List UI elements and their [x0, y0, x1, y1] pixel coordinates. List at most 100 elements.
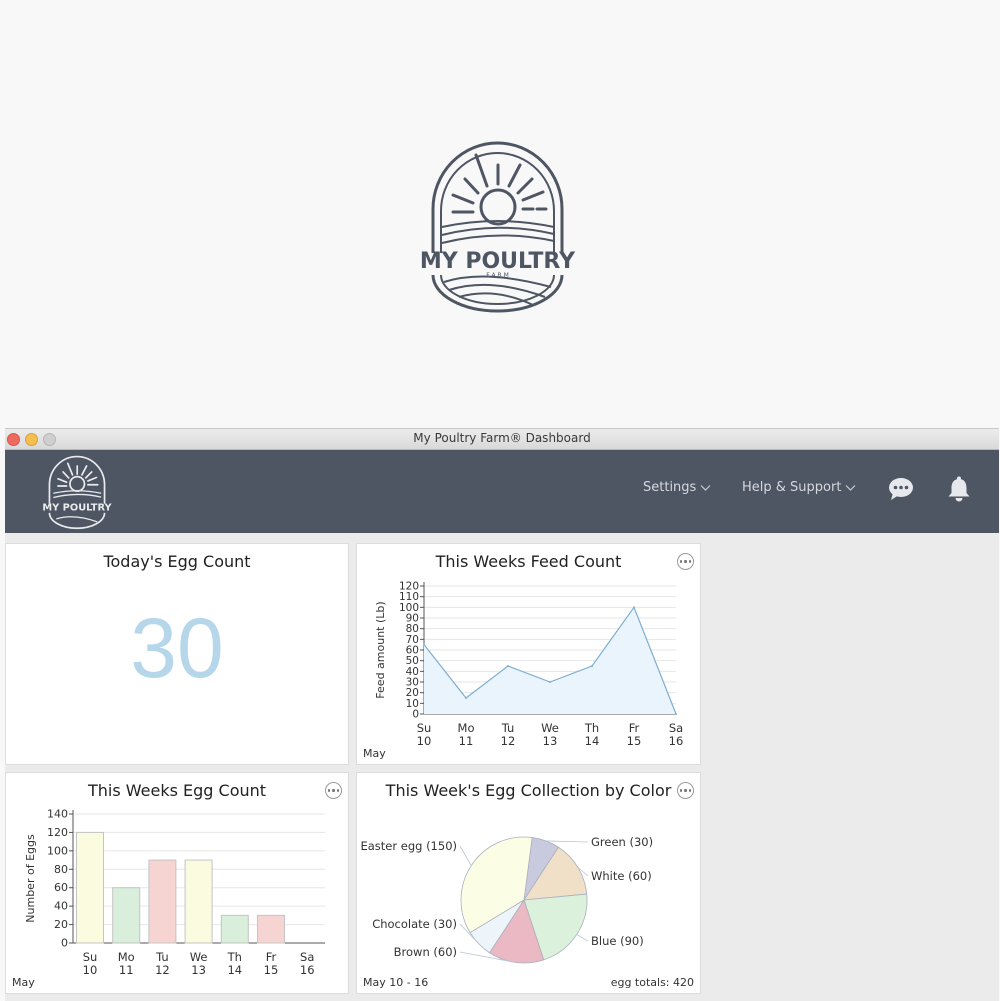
- egg-count-bar: [220, 914, 249, 944]
- x-tick-day: Fr: [266, 950, 277, 964]
- egg-color-pie-chart: Green (30) White (60) Blue (90) Brown (60) C…: [360, 835, 653, 964]
- y-tick-label: 140: [47, 808, 68, 821]
- egg-count-value: 30: [130, 601, 224, 695]
- x-tick-day: Tu: [501, 721, 515, 735]
- x-tick-day: Mo: [458, 721, 475, 735]
- y-tick-label: 40: [54, 900, 68, 913]
- header-logo[interactable]: MY POULTRY: [41, 454, 113, 530]
- y-tick-label: 0: [412, 709, 419, 721]
- window-title: My Poultry Farm® Dashboard: [413, 431, 591, 445]
- pie-leader-line: [459, 845, 472, 866]
- weekly-egg-count-panel: This Weeks Egg Count 0 20 40 60 80 100 120 140 N…: [5, 772, 349, 994]
- date-range-label: May 10 - 16: [363, 976, 429, 989]
- chat-bubble-icon[interactable]: [888, 477, 914, 501]
- x-tick-date: 13: [543, 734, 558, 748]
- x-tick-date: 10: [83, 963, 98, 977]
- x-tick-day: Tu: [155, 950, 169, 964]
- x-tick-day: Sa: [669, 721, 683, 735]
- x-tick-date: 14: [585, 734, 600, 748]
- x-tick-day: Mo: [118, 950, 135, 964]
- egg-count-bar: [184, 859, 213, 944]
- x-tick-date: 16: [669, 734, 684, 748]
- egg-totals-label: egg totals: 420: [610, 976, 694, 989]
- y-tick-label: 90: [406, 613, 419, 625]
- y-tick-label: 10: [406, 698, 419, 710]
- app-header: MY POULTRY Settings Help & Support: [5, 450, 999, 533]
- x-tick-date: 15: [264, 963, 279, 977]
- x-tick-day: Th: [227, 950, 242, 964]
- y-axis-label: Number of Eggs: [24, 834, 37, 923]
- y-tick-label: 40: [406, 666, 419, 678]
- y-tick-label: 80: [406, 623, 419, 635]
- pie-slice-label: White (60): [591, 869, 652, 883]
- x-tick-date: 15: [627, 734, 642, 748]
- window-titlebar: My Poultry Farm® Dashboard: [5, 429, 999, 450]
- x-tick-date: 16: [300, 963, 315, 977]
- y-tick-label: 120: [399, 581, 419, 593]
- y-tick-label: 20: [406, 687, 419, 699]
- y-tick-label: 120: [47, 826, 68, 839]
- y-tick-label: 110: [399, 591, 419, 603]
- pie-slice-label: Chocolate (30): [372, 917, 457, 931]
- panel-title: Today's Egg Count: [103, 552, 251, 571]
- pie-slice-label: Easter egg (150): [360, 839, 457, 853]
- x-tick-day: Sa: [300, 950, 314, 964]
- pie-leader-line: [576, 934, 589, 942]
- y-tick-label: 100: [399, 602, 419, 614]
- feed-data-point: [465, 697, 467, 699]
- feed-data-point: [675, 713, 677, 715]
- settings-label: Settings: [643, 480, 697, 495]
- pie-slice-label: Green (30): [591, 835, 653, 849]
- y-tick-label: 70: [406, 634, 419, 646]
- svg-text:MY POULTRY: MY POULTRY: [42, 502, 112, 513]
- pie-slice-label: Blue (90): [591, 934, 644, 948]
- help-support-label: Help & Support: [742, 480, 842, 495]
- brand-logo: MY POULTRY F A R M: [420, 141, 576, 313]
- feed-data-point: [591, 665, 593, 667]
- y-tick-label: 30: [406, 677, 419, 689]
- y-tick-label: 60: [54, 881, 68, 894]
- y-axis-label: Feed amount (Lb): [374, 601, 387, 698]
- help-support-menu[interactable]: Help & Support: [742, 480, 856, 495]
- y-tick-label: 80: [54, 863, 68, 876]
- app-window: My Poultry Farm® Dashboard MY POULTRY Se…: [5, 428, 999, 1001]
- weekly-feed-count-panel: This Weeks Feed Count 0 10 20 30 40 50 60 70 80 9…: [356, 543, 701, 765]
- svg-text:MY POULTRY: MY POULTRY: [420, 249, 576, 274]
- x-tick-date: 11: [119, 963, 134, 977]
- todays-egg-count-panel: Today's Egg Count 30: [5, 543, 349, 765]
- x-tick-day: Fr: [629, 721, 640, 735]
- egg-color-collection-panel: This Week's Egg Collection by Color Gree…: [356, 772, 701, 994]
- settings-menu[interactable]: Settings: [643, 480, 711, 495]
- chart-footer-month: May: [12, 976, 35, 989]
- x-tick-day: Su: [83, 950, 98, 964]
- x-tick-date: 14: [227, 963, 242, 977]
- x-tick-date: 12: [155, 963, 170, 977]
- feed-data-point: [549, 681, 551, 683]
- x-tick-date: 10: [417, 734, 432, 748]
- feed-data-point: [633, 606, 635, 609]
- feed-data-point: [423, 643, 425, 646]
- y-tick-label: 100: [47, 844, 68, 857]
- y-tick-label: 50: [406, 655, 419, 667]
- egg-count-bar: [112, 887, 141, 944]
- svg-text:F A R M: F A R M: [486, 272, 509, 279]
- feed-area-chart: 0102030405060708090100110120Feed amount …: [374, 581, 684, 749]
- pie-slice-label: Brown (60): [394, 945, 457, 959]
- egg-count-bar: [148, 859, 177, 944]
- x-tick-day: We: [541, 721, 559, 735]
- chevron-down-icon: [846, 485, 856, 491]
- y-tick-label: 20: [54, 918, 68, 931]
- x-tick-day: Su: [417, 721, 432, 735]
- bell-icon[interactable]: [947, 476, 971, 502]
- y-tick-label: 0: [61, 937, 68, 950]
- chevron-down-icon: [700, 485, 711, 491]
- y-tick-label: 60: [406, 645, 419, 657]
- egg-count-bar: [257, 914, 285, 944]
- egg-bar-chart: 0 20 40 60 80 100 120 140 Number of Eggs Su10 Mo11…: [24, 808, 325, 977]
- x-tick-date: 13: [191, 963, 206, 977]
- feed-data-point: [507, 665, 509, 667]
- chart-footer-month: May: [363, 747, 386, 760]
- egg-count-bar: [76, 831, 104, 944]
- x-tick-date: 12: [501, 734, 516, 748]
- x-tick-day: We: [190, 950, 208, 964]
